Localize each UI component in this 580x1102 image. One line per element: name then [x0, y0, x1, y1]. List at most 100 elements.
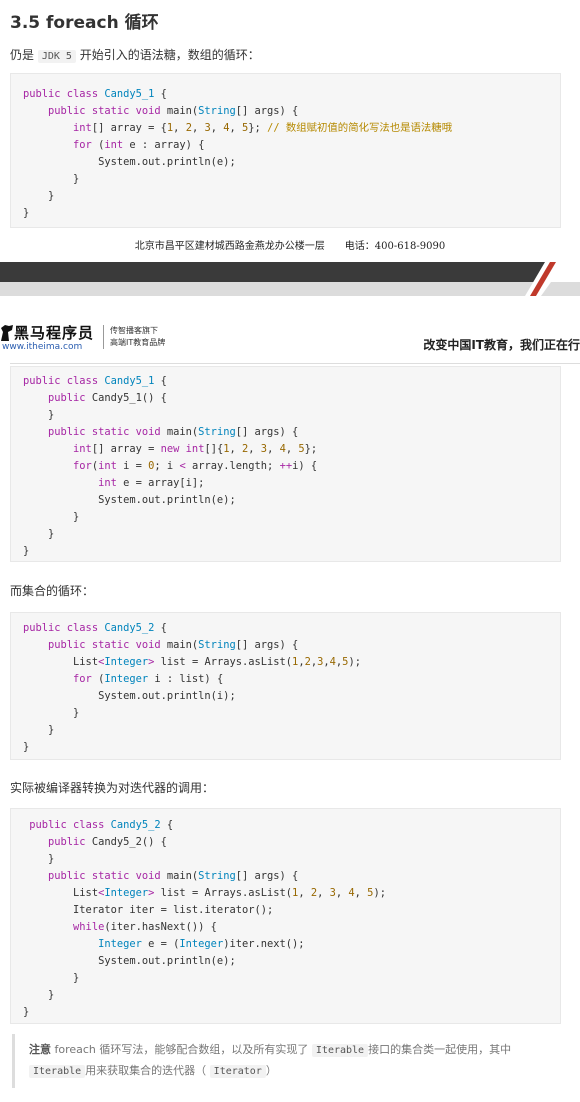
code-token: List — [23, 887, 99, 899]
code-token: System.out.println(e); — [23, 156, 236, 168]
code-line: int[] array = new int[]{1, 2, 3, 4, 5}; — [23, 443, 317, 455]
note-callout: 注意 foreach 循环写法，能够配合数组，以及所有实现了 Iterable 接… — [12, 1034, 560, 1088]
code-token: Candy5_2 — [104, 622, 155, 634]
code-token: int — [73, 122, 92, 134]
code-token: int — [98, 477, 124, 489]
code-token: Iterator iter = list.iterator(); — [23, 904, 274, 916]
code-line: public static void main(String[] args) { — [23, 639, 298, 651]
code-token: main( — [166, 639, 199, 651]
code-token: main( — [166, 870, 199, 882]
code-token: i : list) { — [154, 673, 224, 685]
code-line: Iterator iter = list.iterator(); — [23, 904, 273, 916]
code-token: }; — [304, 443, 318, 455]
code-token: public class — [23, 88, 105, 100]
code-listing: public class Candy5_2 { public Candy5_2(… — [11, 817, 560, 1021]
code-token: int — [104, 139, 130, 151]
code-line: } — [23, 972, 79, 984]
code-line: } — [23, 190, 54, 202]
code-token: [] args) { — [235, 426, 299, 438]
code-token: System.out.println(i); — [23, 690, 236, 702]
code-token: } — [23, 724, 55, 736]
code-line: } — [23, 1006, 29, 1018]
code-token: Integer — [104, 673, 155, 685]
code-token: e : array) { — [129, 139, 205, 151]
code-token: String — [198, 426, 236, 438]
code-token: , — [229, 122, 243, 134]
note-text-4: ） — [265, 1064, 277, 1077]
code-block-array-foreach: public class Candy5_1 { public static vo… — [10, 73, 561, 228]
code-token: Candy5_1 — [104, 375, 155, 387]
code-line: public Candy5_2() { — [23, 836, 167, 848]
code-line: public class Candy5_2 { — [23, 819, 173, 831]
code-line: System.out.println(e); — [23, 955, 236, 967]
note-code-iterator: Iterator — [209, 1065, 266, 1078]
code-line: } — [23, 511, 79, 523]
code-token: [] args) { — [235, 870, 299, 882]
code-token: System.out.println(e); — [23, 494, 236, 506]
intro-suffix: 开始引入的语法糖，数组的循环： — [79, 48, 260, 62]
code-token: } — [23, 545, 30, 557]
code-line: Integer e = (Integer)iter.next(); — [23, 938, 304, 950]
code-token: } — [23, 528, 55, 540]
code-token: [] array = — [91, 443, 161, 455]
code-token: , — [210, 122, 224, 134]
intro-inline-code: JDK 5 — [37, 50, 76, 63]
code-token: , — [191, 122, 205, 134]
note-text-3: 用来获取集合的迭代器（ — [85, 1064, 207, 1077]
header-slogan: 改变中国IT教育，我们正在行 — [423, 338, 580, 352]
intro-prefix: 仍是 — [10, 48, 35, 62]
code-line: for (int e : array) { — [23, 139, 204, 151]
code-token: list = Arrays.asList( — [154, 887, 293, 899]
code-token: , — [317, 887, 330, 899]
code-token: Integer — [104, 887, 149, 899]
code-line: System.out.println(e); — [23, 156, 236, 168]
logo-url: www.itheima.com — [2, 342, 83, 352]
code-listing: public class Candy5_2 { public static vo… — [11, 620, 560, 756]
code-line: } — [23, 528, 54, 540]
logo-tagline: 传智播客旗下 高端IT教育品牌 — [103, 325, 165, 349]
code-line: public Candy5_1() { — [23, 392, 167, 404]
code-token: , — [335, 887, 349, 899]
code-token: ); — [373, 887, 386, 899]
code-line: for(int i = 0; i < array.length; ++i) { — [23, 460, 317, 472]
page-break-bar — [0, 262, 580, 296]
code-token: , — [248, 443, 261, 455]
code-line: List<Integer> list = Arrays.asList(1, 2,… — [23, 887, 386, 899]
code-token: for — [73, 139, 99, 151]
code-token: public static void — [48, 639, 167, 651]
note-text-2: 接口的集合类一起使用，其中 — [368, 1043, 512, 1056]
code-token: for — [73, 673, 99, 685]
code-token: } — [23, 989, 55, 1001]
code-token: public — [48, 392, 92, 404]
code-token: main( — [166, 426, 199, 438]
code-token: Integer — [98, 938, 149, 950]
code-token: ); — [348, 656, 361, 668]
code-line: } — [23, 545, 29, 557]
code-token: public class — [23, 375, 105, 387]
note-label: 注意 — [29, 1043, 51, 1056]
code-token: , — [298, 887, 311, 899]
code-token: e = array[i]; — [123, 477, 205, 489]
code-token: Integer — [179, 938, 224, 950]
code-token: { — [154, 622, 167, 634]
code-line: } — [23, 853, 54, 865]
code-line: } — [23, 707, 79, 719]
note-code-iterable-1: Iterable — [311, 1044, 369, 1057]
code-line: } — [23, 173, 79, 185]
code-token: [] array = { — [91, 122, 167, 134]
code-token: } — [23, 853, 55, 865]
code-token: { — [160, 819, 174, 831]
code-line: public static void main(String[] args) { — [23, 105, 298, 117]
code-token: } — [23, 409, 55, 421]
code-line: } — [23, 207, 29, 219]
code-token: Candy5_1() { — [91, 392, 167, 404]
code-line: System.out.println(i); — [23, 690, 236, 702]
set-loop-label: 而集合的循环： — [10, 584, 95, 598]
